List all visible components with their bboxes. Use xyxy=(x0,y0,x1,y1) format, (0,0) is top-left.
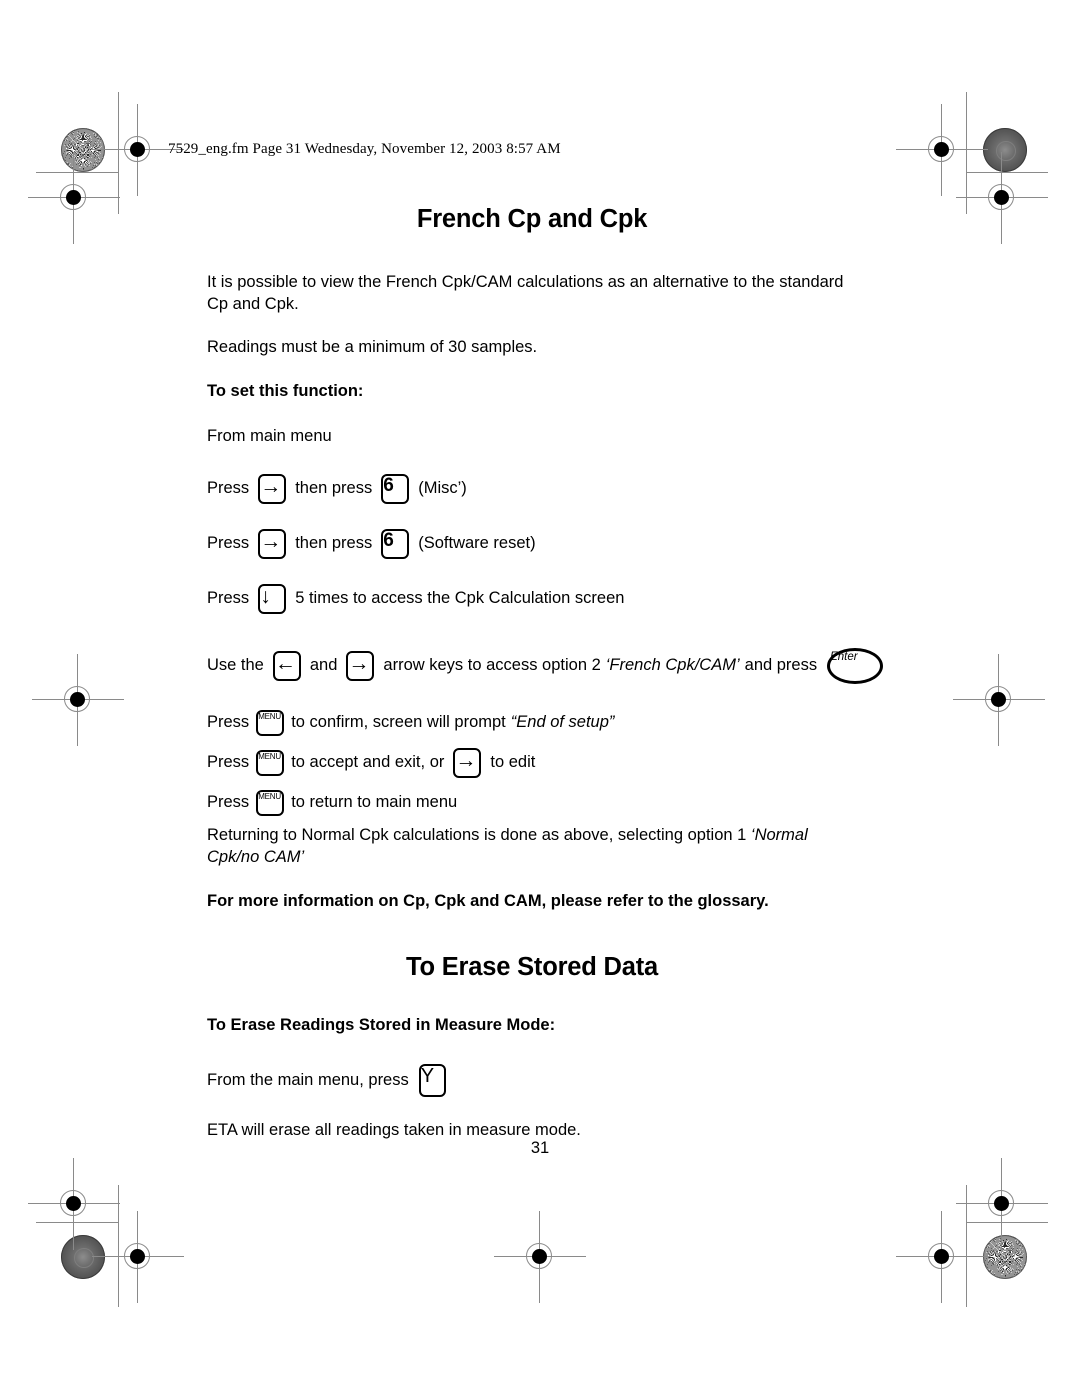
closing-paragraph: Returning to Normal Cpk calculations is … xyxy=(207,825,857,869)
menu-key[interactable]: MENU xyxy=(256,709,285,736)
page-title-to-erase-stored-data: To Erase Stored Data xyxy=(405,952,659,981)
subheading-erase-readings-measure-mode: To Erase Readings Stored in Measure Mode… xyxy=(207,1015,556,1034)
right-arrow-icon: → xyxy=(348,651,370,675)
enter-key-label: Enter xyxy=(830,650,858,663)
number-6-key[interactable]: 6 xyxy=(381,473,410,504)
closing-normal-text: Returning to Normal Cpk calculations is … xyxy=(207,825,747,844)
readings-minimum-note: Readings must be a minimum of 30 samples… xyxy=(207,337,538,356)
registration-crosshair-mid-left xyxy=(32,654,124,746)
registration-crosshair-mid-right xyxy=(953,654,1045,746)
y-key-label: Y xyxy=(420,1065,435,1088)
menu-key[interactable]: MENU xyxy=(256,749,285,776)
right-arrow-key[interactable]: → xyxy=(346,650,375,681)
down-step-tail-label: 5 times to access the Cpk Calculation sc… xyxy=(295,589,625,608)
right-arrow-key[interactable]: → xyxy=(453,747,482,778)
number-6-glyph: 6 xyxy=(383,529,394,551)
menu-step3-text: to return to main menu xyxy=(291,793,458,812)
erase-press-lead-label: From the main menu, press xyxy=(207,1071,409,1090)
enter-key[interactable]: Enter xyxy=(827,647,884,684)
arrow-step-mid-label: arrow keys to access option 2 xyxy=(383,656,601,675)
page-content: French Cp and Cpk It is possible to view… xyxy=(207,205,884,1142)
right-arrow-key[interactable]: → xyxy=(258,473,287,504)
down-arrow-key[interactable]: ↓ xyxy=(258,583,287,614)
menu-step1-press-label: Press xyxy=(207,713,250,732)
step1-mid-label: then press xyxy=(295,479,373,498)
registration-crosshair-upper-left-edge xyxy=(28,152,120,244)
menu-step2-press-label: Press xyxy=(207,753,250,772)
arrow-step-lead-label: Use the xyxy=(207,656,264,675)
file-slug-line: 7529_eng.fm Page 31 Wednesday, November … xyxy=(168,141,561,157)
right-arrow-icon: → xyxy=(455,748,477,772)
step-press-menu-accept-or-edit: Press MENU to accept and exit, or → to e… xyxy=(207,747,857,778)
registration-crosshair-bottom-center xyxy=(494,1211,586,1303)
menu-key-label: MENU xyxy=(258,791,281,801)
step2-mid-label: then press xyxy=(295,534,373,553)
step-press-menu-confirm: Press MENU to confirm, screen will promp… xyxy=(207,709,857,736)
subheading-to-set-this-function: To set this function: xyxy=(207,381,364,400)
glossary-note: For more information on Cp, Cpk and CAM,… xyxy=(207,891,769,910)
menu-step1-quote: “End of setup” xyxy=(510,713,615,732)
down-arrow-icon: ↓ xyxy=(260,584,271,608)
arrow-step-option-italic: ‘French Cpk/CAM’ xyxy=(605,656,740,675)
right-arrow-key[interactable]: → xyxy=(258,528,287,559)
menu-step3-press-label: Press xyxy=(207,793,250,812)
registration-crosshair-lower-right-edge xyxy=(956,1158,1048,1250)
step-press-right-then-6-software-reset: Press → then press 6 (Software reset) xyxy=(207,528,857,559)
step1-press-label: Press xyxy=(207,479,250,498)
menu-step2-after-label: to edit xyxy=(490,753,536,772)
step-press-y-from-main-menu: From the main menu, press Y xyxy=(207,1064,857,1098)
step1-tail-label: (Misc’) xyxy=(418,479,467,498)
step-press-down-5-times: Press ↓ 5 times to access the Cpk Calcul… xyxy=(207,583,857,614)
menu-step2-text: to accept and exit, or xyxy=(291,753,445,772)
number-6-glyph: 6 xyxy=(383,474,394,496)
menu-key-label: MENU xyxy=(258,751,281,761)
down-step-press-label: Press xyxy=(207,589,250,608)
registration-crosshair-lower-left-edge xyxy=(28,1158,120,1250)
arrow-step-and-label: and xyxy=(309,656,338,675)
left-arrow-icon: ← xyxy=(274,651,296,675)
page-title-french-cp-cpk: French Cp and Cpk xyxy=(416,205,648,233)
registration-crosshair-upper-right-edge xyxy=(956,152,1048,244)
step2-press-label: Press xyxy=(207,534,250,553)
right-arrow-icon: → xyxy=(260,529,282,553)
step-arrow-keys-option-2-enter: Use the ← and → arrow keys to access opt… xyxy=(207,647,884,684)
page-number: 31 xyxy=(530,1139,550,1157)
left-arrow-key[interactable]: ← xyxy=(272,650,301,681)
from-main-menu-text: From main menu xyxy=(207,426,332,445)
right-arrow-icon: → xyxy=(260,474,282,498)
arrow-step-tail-label: and press xyxy=(744,656,818,675)
step-press-right-then-6-misc: Press → then press 6 (Misc’) xyxy=(207,473,857,504)
menu-key-label: MENU xyxy=(258,711,281,721)
step2-tail-label: (Software reset) xyxy=(418,534,536,553)
menu-step1-text: to confirm, screen will prompt xyxy=(291,713,506,732)
intro-paragraph: It is possible to view the French Cpk/CA… xyxy=(207,273,844,313)
step-press-menu-return: Press MENU to return to main menu xyxy=(207,789,857,816)
y-key[interactable]: Y xyxy=(418,1064,446,1098)
menu-key[interactable]: MENU xyxy=(256,789,285,816)
number-6-key[interactable]: 6 xyxy=(381,528,410,559)
